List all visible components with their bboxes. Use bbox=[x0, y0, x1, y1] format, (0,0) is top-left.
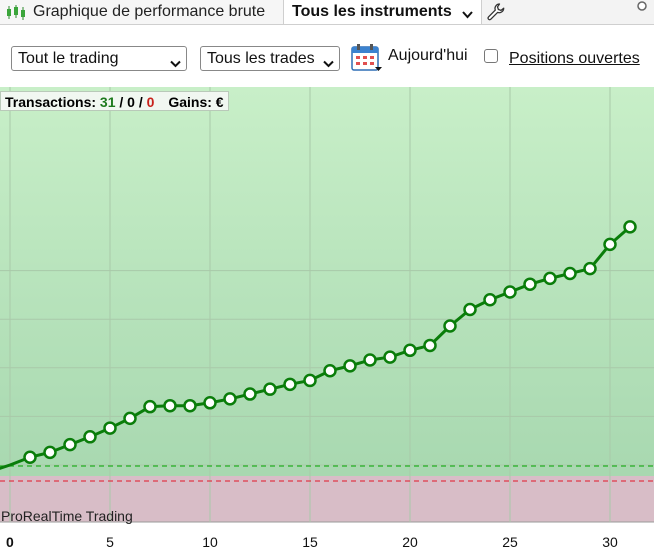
calendar-icon[interactable] bbox=[351, 43, 383, 78]
data-point[interactable] bbox=[303, 373, 317, 388]
data-point[interactable] bbox=[103, 421, 117, 435]
chevron-down-icon bbox=[462, 6, 473, 24]
data-point[interactable] bbox=[503, 285, 517, 299]
trading-filter-value: Tout le trading bbox=[18, 50, 119, 67]
x-tick-label: 15 bbox=[302, 534, 318, 550]
trades-filter-value: Tous les trades bbox=[207, 50, 315, 67]
data-point[interactable] bbox=[83, 430, 97, 444]
instruments-dropdown-label: Tous les instruments bbox=[292, 3, 452, 20]
data-point[interactable] bbox=[343, 359, 357, 373]
transactions-summary: Transactions: 31 / 0 / 0 Gains: € bbox=[0, 91, 229, 111]
transactions-label: Transactions: bbox=[5, 94, 97, 110]
open-positions-checkbox[interactable] bbox=[484, 49, 498, 63]
transactions-mid: 0 bbox=[127, 94, 135, 110]
data-point[interactable] bbox=[583, 261, 597, 276]
data-point[interactable] bbox=[63, 437, 77, 452]
data-point[interactable] bbox=[403, 343, 417, 358]
tab-bar: Graphique de performance brute Tous les … bbox=[0, 0, 654, 25]
x-tick-label: 10 bbox=[202, 534, 218, 550]
data-point[interactable] bbox=[423, 338, 437, 353]
data-point[interactable] bbox=[603, 237, 617, 252]
more-options-icon[interactable] bbox=[632, 1, 652, 26]
data-point[interactable] bbox=[563, 266, 577, 281]
data-point[interactable] bbox=[363, 353, 377, 367]
data-point[interactable] bbox=[483, 293, 497, 307]
data-point[interactable] bbox=[243, 387, 257, 401]
x-tick-label: 0 bbox=[6, 534, 14, 550]
data-point[interactable] bbox=[203, 396, 217, 410]
performance-chart-svg: 0 5 10 15 20 25 30 ProRealTime Trading bbox=[0, 87, 654, 550]
chevron-down-icon bbox=[323, 55, 334, 73]
data-point[interactable] bbox=[543, 271, 557, 286]
data-point[interactable] bbox=[263, 382, 277, 396]
trades-filter-select[interactable]: Tous les trades bbox=[200, 46, 340, 71]
gains-label: Gains: € bbox=[168, 94, 224, 110]
watermark: ProRealTime Trading bbox=[1, 508, 133, 524]
separator: / bbox=[119, 94, 124, 110]
x-tick-label: 5 bbox=[106, 534, 114, 550]
date-range-label[interactable]: Aujourd'hui bbox=[388, 47, 468, 65]
data-point[interactable] bbox=[623, 220, 637, 234]
trading-filter-select[interactable]: Tout le trading bbox=[11, 46, 187, 71]
x-tick-label: 20 bbox=[402, 534, 418, 550]
data-point[interactable] bbox=[323, 363, 337, 378]
data-point[interactable] bbox=[23, 450, 37, 464]
tab-raw-performance-label: Graphique de performance brute bbox=[33, 3, 266, 20]
tab-raw-performance[interactable]: Graphique de performance brute bbox=[0, 0, 284, 24]
data-point[interactable] bbox=[223, 392, 237, 406]
data-point[interactable] bbox=[43, 445, 57, 460]
data-point[interactable] bbox=[443, 319, 457, 333]
transactions-losses: 0 bbox=[146, 94, 155, 110]
data-point[interactable] bbox=[523, 277, 537, 291]
data-point[interactable] bbox=[163, 398, 177, 413]
data-point[interactable] bbox=[123, 411, 137, 426]
data-point[interactable] bbox=[383, 350, 397, 364]
performance-chart: 0 5 10 15 20 25 30 ProRealTime Trading bbox=[0, 87, 654, 553]
x-tick-label: 25 bbox=[502, 534, 518, 550]
data-point[interactable] bbox=[463, 302, 477, 317]
chevron-down-icon bbox=[170, 55, 181, 73]
data-point[interactable] bbox=[183, 398, 197, 413]
open-positions-label[interactable]: Positions ouvertes bbox=[509, 50, 640, 68]
candlestick-icon bbox=[6, 5, 26, 25]
wrench-icon[interactable] bbox=[486, 2, 506, 27]
separator: / bbox=[138, 94, 143, 110]
x-tick-label: 30 bbox=[602, 534, 618, 550]
data-point[interactable] bbox=[143, 399, 157, 414]
transactions-total: 31 bbox=[99, 94, 116, 110]
instruments-dropdown[interactable]: Tous les instruments bbox=[284, 0, 482, 24]
data-point[interactable] bbox=[283, 377, 297, 392]
